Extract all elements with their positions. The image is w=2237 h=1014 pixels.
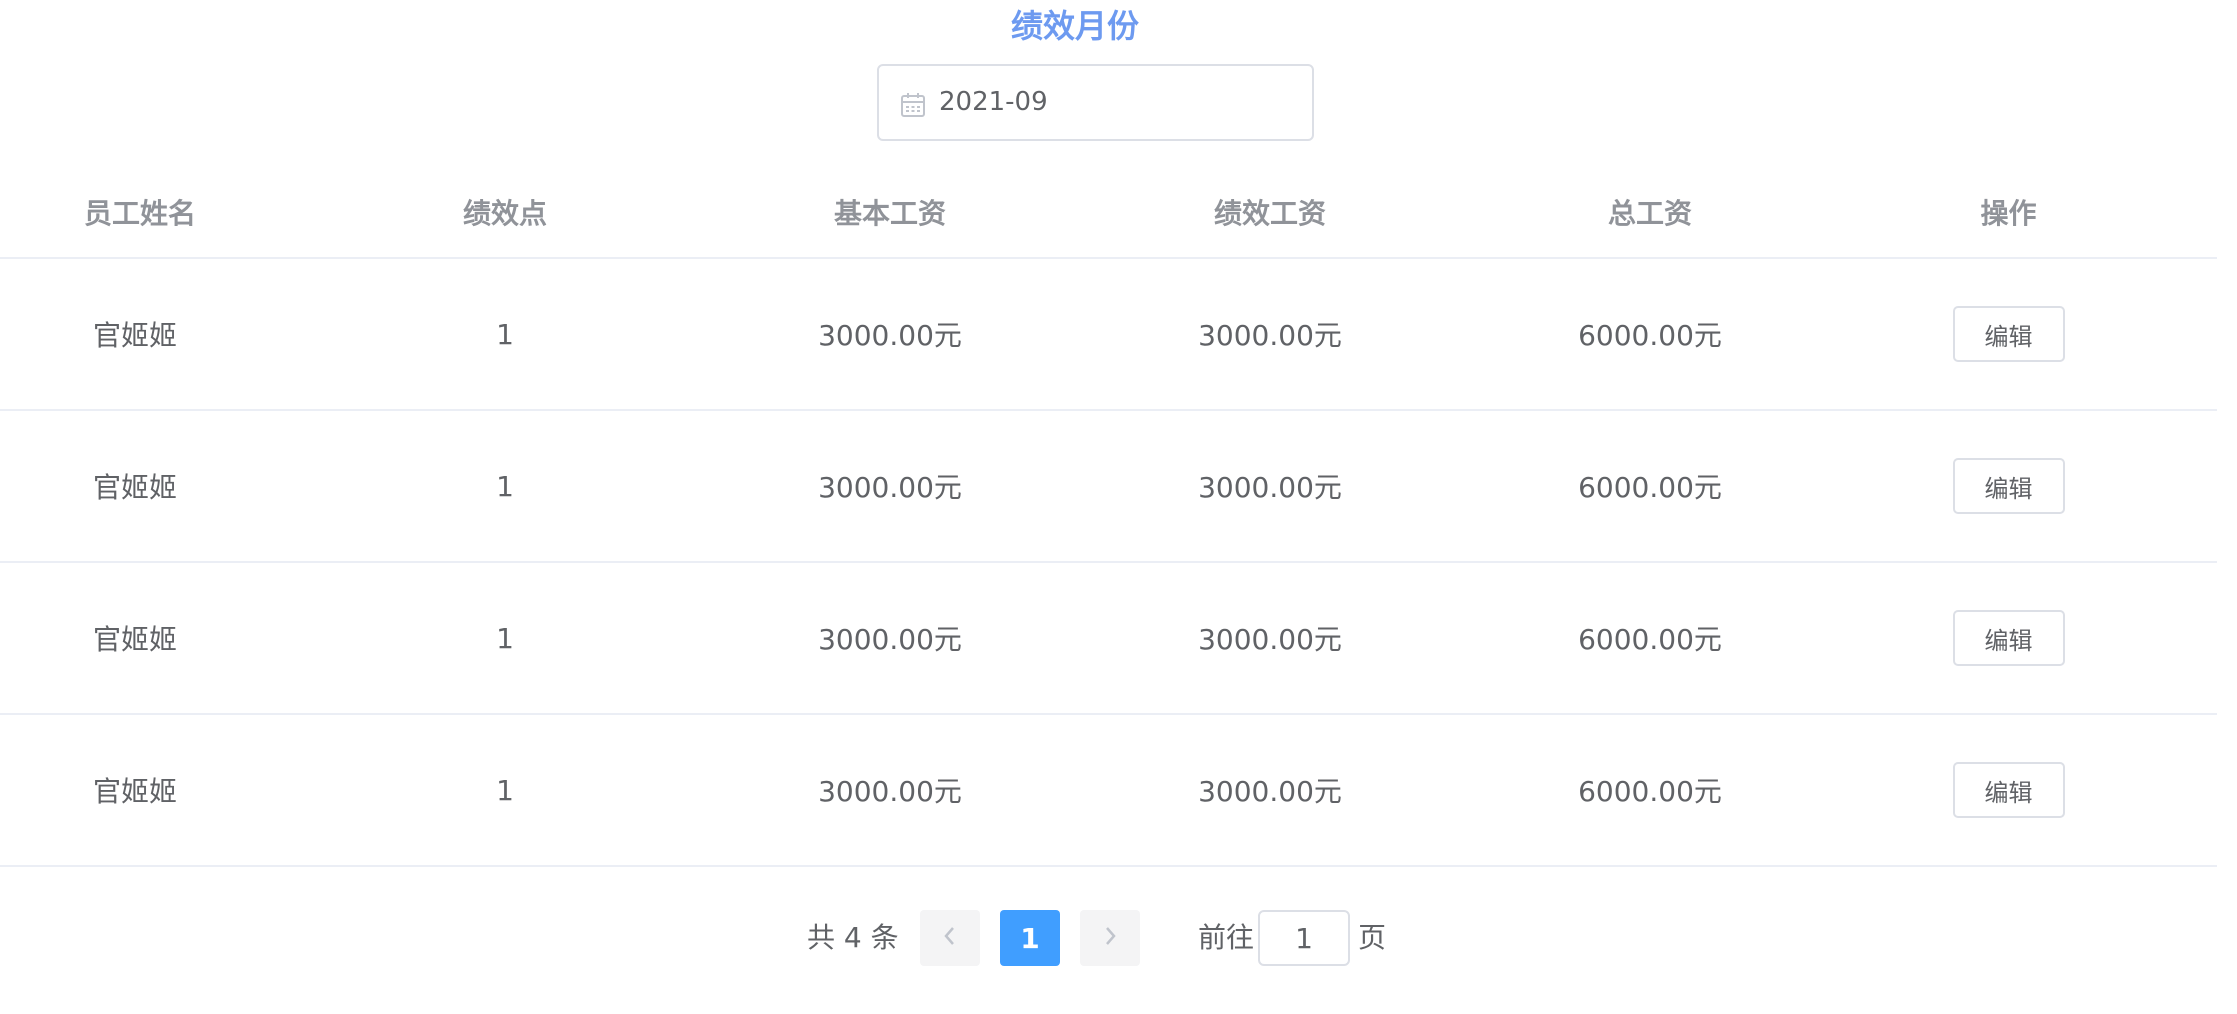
actions-cell: 编辑 — [1800, 563, 2217, 713]
table-row: 官姬姬 1 3000.00元 3000.00元 6000.00元 编辑 — [0, 411, 2217, 563]
column-header-performance-salary: 绩效工资 — [1213, 197, 1326, 230]
employee-name: 官姬姬 — [92, 471, 177, 504]
salary-table: 员工姓名 绩效点 基本工资 绩效工资 总工资 操作 官姬姬 1 3000.00元… — [0, 167, 2217, 867]
pagination: 共 4 条 1 前往 页 — [0, 910, 2237, 966]
month-value: 2021-09 — [939, 87, 1048, 117]
performance-points: 1 — [496, 621, 514, 655]
performance-points: 1 — [496, 773, 514, 807]
goto-page-input[interactable] — [1258, 910, 1350, 966]
next-page-button[interactable] — [1080, 910, 1140, 966]
employee-name: 官姬姬 — [92, 623, 177, 656]
total-salary: 6000.00元 — [1578, 775, 1722, 808]
chevron-left-icon — [941, 924, 959, 952]
column-header-name: 员工姓名 — [83, 197, 196, 230]
column-header-total-salary: 总工资 — [1607, 197, 1692, 230]
performance-salary: 3000.00元 — [1198, 471, 1342, 504]
edit-button[interactable]: 编辑 — [1952, 306, 2065, 362]
actions-cell: 编辑 — [1800, 411, 2217, 561]
base-salary: 3000.00元 — [818, 623, 962, 656]
edit-button[interactable]: 编辑 — [1952, 762, 2065, 818]
edit-button[interactable]: 编辑 — [1952, 610, 2065, 666]
goto-label: 前往 — [1198, 921, 1255, 954]
table-row: 官姬姬 1 3000.00元 3000.00元 6000.00元 编辑 — [0, 715, 2217, 867]
table-header: 员工姓名 绩效点 基本工资 绩效工资 总工资 操作 — [0, 167, 2217, 259]
column-header-base-salary: 基本工资 — [833, 197, 946, 230]
total-salary: 6000.00元 — [1578, 623, 1722, 656]
performance-salary: 3000.00元 — [1198, 775, 1342, 808]
total-salary: 6000.00元 — [1578, 319, 1722, 352]
actions-cell: 编辑 — [1800, 259, 2217, 409]
edit-button[interactable]: 编辑 — [1952, 458, 2065, 514]
column-header-points: 绩效点 — [462, 197, 547, 230]
page-number-button[interactable]: 1 — [1000, 910, 1060, 966]
performance-salary: 3000.00元 — [1198, 319, 1342, 352]
performance-points: 1 — [496, 469, 514, 503]
performance-points: 1 — [496, 317, 514, 351]
page-title: 绩效月份 — [1010, 7, 1139, 45]
table-row: 官姬姬 1 3000.00元 3000.00元 6000.00元 编辑 — [0, 259, 2217, 411]
chevron-right-icon — [1101, 924, 1119, 952]
employee-name: 官姬姬 — [92, 319, 177, 352]
column-header-actions: 操作 — [1980, 197, 2037, 230]
calendar-icon — [900, 92, 926, 118]
month-picker[interactable]: 2021-09 — [877, 64, 1314, 141]
total-salary: 6000.00元 — [1578, 471, 1722, 504]
performance-salary: 3000.00元 — [1198, 623, 1342, 656]
base-salary: 3000.00元 — [818, 319, 962, 352]
base-salary: 3000.00元 — [818, 775, 962, 808]
prev-page-button[interactable] — [920, 910, 980, 966]
table-row: 官姬姬 1 3000.00元 3000.00元 6000.00元 编辑 — [0, 563, 2217, 715]
employee-name: 官姬姬 — [92, 775, 177, 808]
base-salary: 3000.00元 — [818, 471, 962, 504]
page-suffix-label: 页 — [1358, 921, 1387, 954]
pagination-total: 共 4 条 — [807, 921, 899, 954]
actions-cell: 编辑 — [1800, 715, 2217, 865]
